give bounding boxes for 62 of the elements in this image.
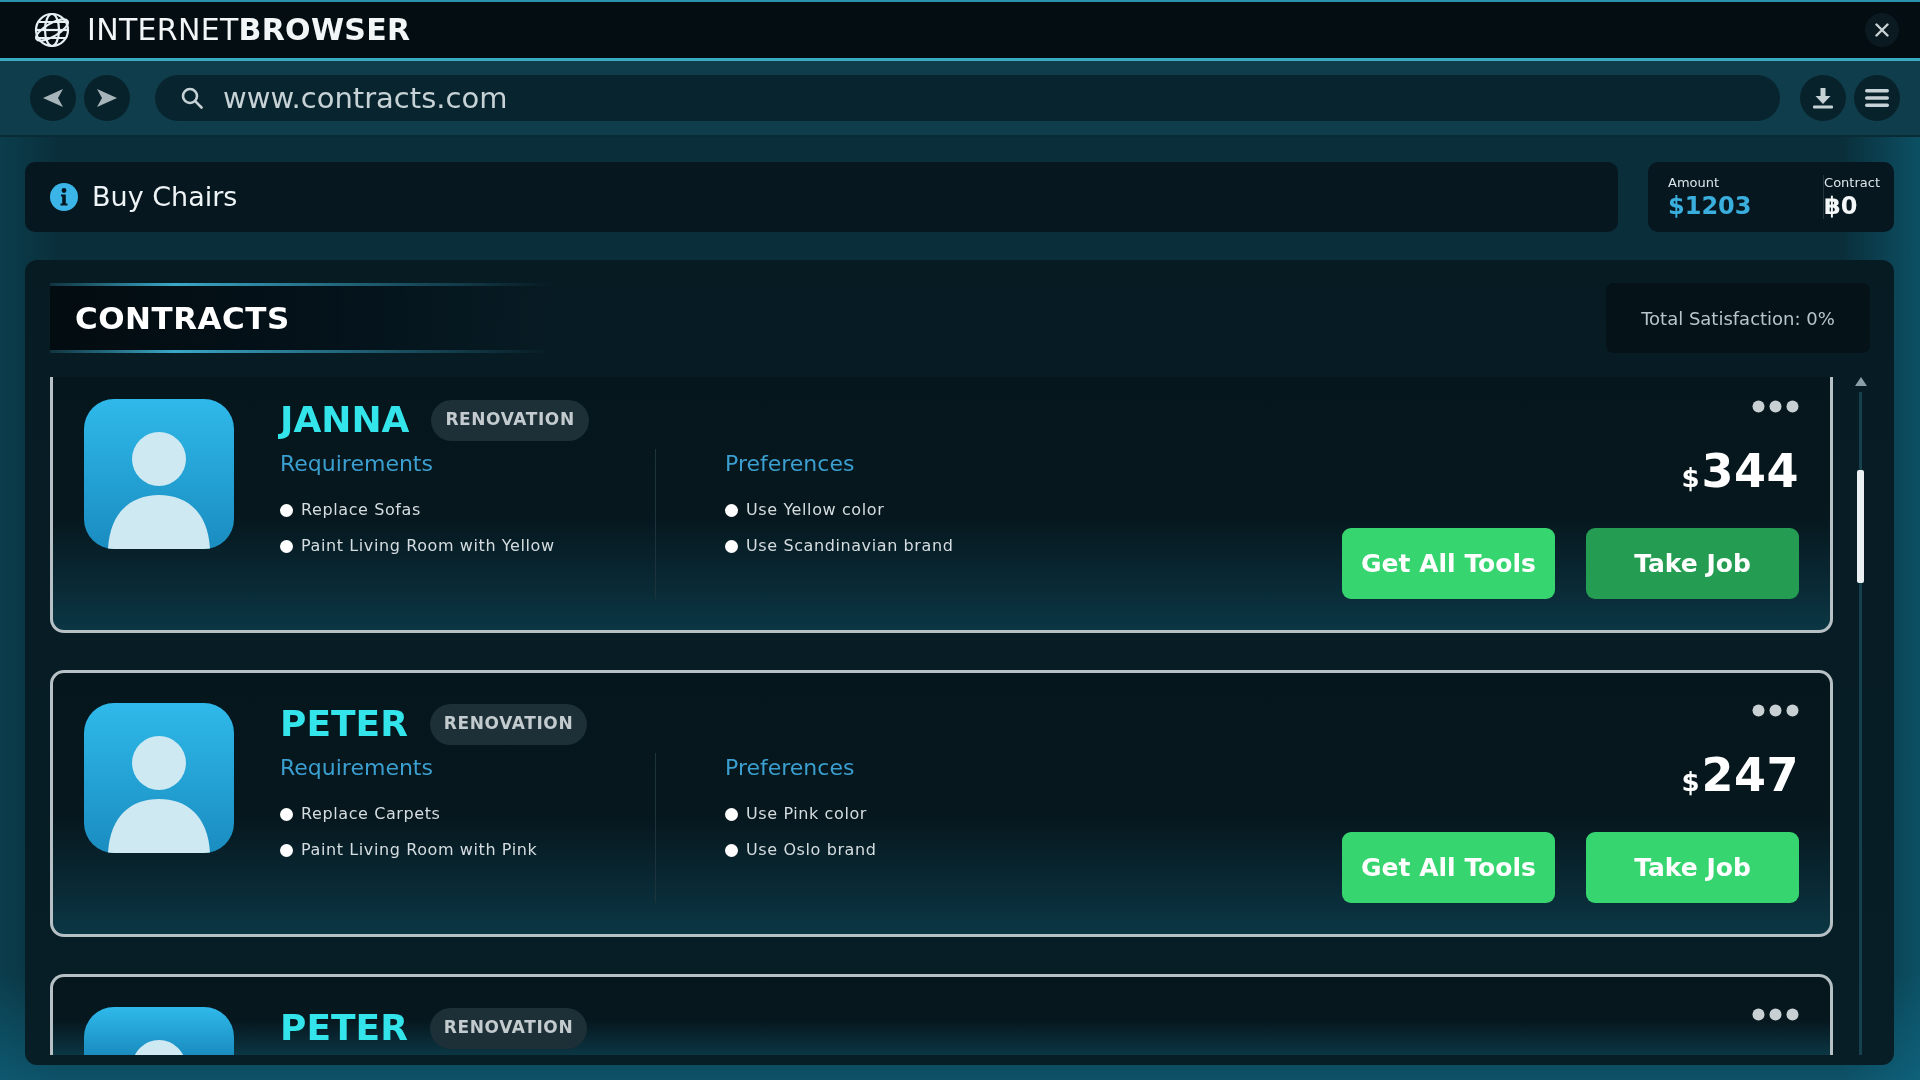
cash-balance: $1203 — [1668, 190, 1752, 221]
balance-label: Amount — [1668, 173, 1720, 191]
preference-text: Use Yellow color — [746, 499, 885, 521]
back-button[interactable] — [30, 75, 76, 121]
bullet-icon — [280, 503, 293, 517]
requirements-heading: Requirements — [280, 754, 434, 782]
more-icon[interactable] — [1752, 704, 1799, 717]
info-icon — [50, 183, 78, 211]
more-icon[interactable] — [1752, 400, 1799, 413]
window-title: INTERNETBROWSER — [87, 15, 411, 45]
menu-icon[interactable] — [1865, 88, 1889, 108]
bullet-icon — [280, 807, 293, 821]
preference-text: Use Pink color — [746, 803, 867, 825]
category-tag: RENOVATION — [431, 399, 589, 441]
action-button[interactable]: Get All Tools — [1342, 528, 1555, 599]
price-text: $247 — [1681, 747, 1799, 804]
close-icon[interactable] — [1875, 23, 1889, 37]
forward-button[interactable] — [84, 75, 130, 121]
action-button[interactable]: Get All Tools — [1342, 832, 1555, 903]
globe-icon — [33, 11, 71, 49]
close-button[interactable] — [1865, 13, 1899, 47]
preferences-heading: Preferences — [725, 450, 856, 478]
contract-balance: ฿0 — [1824, 190, 1858, 221]
preference-text: Use Scandinavian brand — [746, 535, 954, 557]
scroll-up-icon[interactable] — [1854, 377, 1867, 386]
address-field[interactable]: www.contracts.com — [155, 75, 1780, 121]
avatar-icon — [84, 399, 234, 549]
bullet-icon — [280, 843, 293, 857]
price-text: $344 — [1681, 443, 1799, 500]
action-button[interactable]: Take Job — [1586, 832, 1799, 903]
bullet-icon — [280, 539, 293, 553]
satisfaction-status: Total Satisfaction: 0% — [1606, 283, 1870, 353]
menu-button[interactable] — [1854, 75, 1900, 121]
preference-text: Use Oslo brand — [746, 839, 877, 861]
avatar-icon — [84, 1007, 234, 1055]
forward-icon[interactable] — [96, 88, 118, 108]
section-title: CONTRACTS — [75, 298, 290, 338]
task-title: Buy Chairs — [92, 179, 238, 214]
category-tag: RENOVATION — [429, 703, 588, 745]
download-icon[interactable] — [1812, 87, 1834, 109]
bullet-icon — [725, 539, 738, 553]
bullet-icon — [725, 503, 738, 517]
requirement-text: Replace Carpets — [301, 803, 441, 825]
back-icon[interactable] — [42, 88, 64, 108]
client-name: JANNA — [280, 399, 410, 441]
scrollbar-thumb[interactable] — [1857, 470, 1864, 583]
category-tag: RENOVATION — [429, 1007, 588, 1049]
requirement-text: Paint Living Room with Pink — [301, 839, 538, 861]
requirements-heading: Requirements — [280, 450, 434, 478]
client-name: PETER — [280, 1007, 408, 1049]
more-icon[interactable] — [1752, 1008, 1799, 1021]
search-icon — [181, 87, 203, 109]
download-button[interactable] — [1800, 75, 1846, 121]
avatar-icon — [84, 703, 234, 853]
balance-label: Contract — [1824, 173, 1880, 191]
requirement-text: Replace Sofas — [301, 499, 421, 521]
preferences-heading: Preferences — [725, 754, 856, 782]
requirement-text: Paint Living Room with Yellow — [301, 535, 555, 557]
action-button[interactable]: Take Job — [1586, 528, 1799, 599]
bullet-icon — [725, 843, 738, 857]
client-name: PETER — [280, 703, 408, 745]
bullet-icon — [725, 807, 738, 821]
